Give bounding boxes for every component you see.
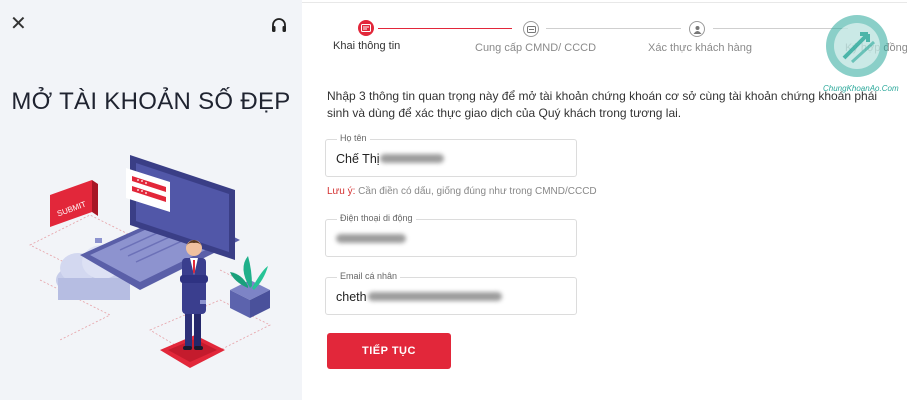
submit-badge: SUBMIT	[50, 180, 98, 227]
step-1-label[interactable]: Khai thông tin	[333, 40, 400, 52]
page-title: MỞ TÀI KHOẢN SỐ ĐẸP	[11, 88, 291, 115]
plant-pot	[230, 256, 270, 318]
close-icon[interactable]: ✕	[10, 14, 27, 34]
name-note: Lưu ý: Cần điền có dấu, giống đúng như t…	[327, 186, 597, 197]
redaction-blur	[336, 234, 406, 243]
phone-label: Điện thoại di động	[337, 213, 416, 223]
illustration: SUBMIT	[29, 155, 271, 368]
step-connector-1	[378, 28, 512, 29]
watermark-text: ChungKhoanAo.Com	[823, 84, 899, 93]
continue-button[interactable]: TIẾP TỤC	[327, 333, 451, 369]
redaction-blur	[368, 292, 502, 301]
step-2-label[interactable]: Cung cấp CMND/ CCCD	[475, 42, 596, 54]
intro-text: Nhập 3 thông tin quan trọng này để mở tà…	[327, 89, 878, 120]
step-1-id-card-icon	[358, 20, 374, 36]
email-field[interactable]: Email cá nhân cheth	[325, 271, 577, 315]
full-name-field[interactable]: Họ tên Chế Thị	[325, 133, 577, 177]
top-divider	[302, 2, 907, 3]
step-connector-2	[546, 28, 681, 29]
step-2-id-card-icon	[523, 21, 539, 37]
watermark-logo	[826, 15, 888, 77]
redaction-blur	[380, 154, 444, 163]
full-name-label: Họ tên	[337, 133, 370, 143]
email-value: cheth	[336, 290, 367, 304]
headset-icon[interactable]	[270, 17, 288, 35]
step-3-user-icon	[689, 21, 705, 37]
step-3-label[interactable]: Xác thực khách hàng	[648, 42, 752, 54]
note-text: Cần điền có dấu, giống đúng như trong CM…	[358, 186, 597, 197]
phone-field[interactable]: Điện thoại di động	[325, 213, 577, 257]
note-label: Lưu ý:	[327, 186, 356, 197]
email-label: Email cá nhân	[337, 271, 401, 281]
full-name-value: Chế Thị	[336, 152, 380, 166]
